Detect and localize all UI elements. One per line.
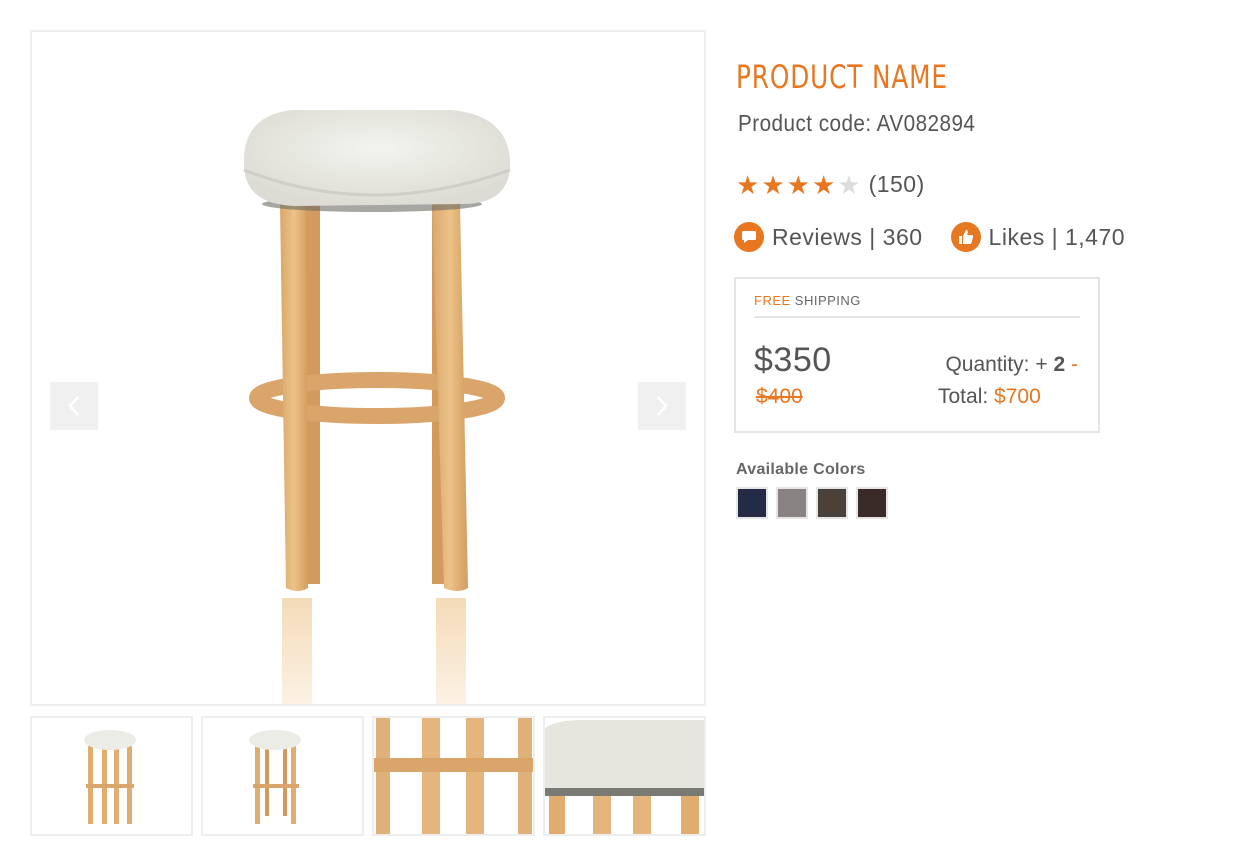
color-swatch-navy[interactable]	[736, 487, 768, 519]
quantity-decrease-button[interactable]: -	[1071, 353, 1078, 376]
thumbnail-2[interactable]	[201, 716, 364, 836]
product-code: Product code: AV082894	[738, 110, 976, 136]
color-swatch-dark-brown[interactable]	[856, 487, 888, 519]
previous-image-button[interactable]	[50, 382, 98, 430]
star-icon: ★	[786, 169, 810, 200]
thumbnail-3[interactable]	[372, 716, 535, 836]
chevron-left-icon	[68, 396, 79, 416]
chevron-right-icon	[657, 396, 668, 416]
rating[interactable]: ★ ★ ★ ★ ★ (150)	[736, 171, 925, 198]
thumbs-up-icon	[950, 222, 981, 252]
thumbnail-image	[374, 718, 533, 834]
star-empty-icon: ★	[837, 169, 861, 200]
quantity-increase-button[interactable]: +	[1035, 353, 1047, 376]
color-swatch-brown-gray[interactable]	[816, 487, 848, 519]
product-details: PRODUCT NAME Product code: AV082894 ★ ★ …	[734, 58, 1216, 519]
product-title: PRODUCT NAME	[736, 58, 948, 96]
shipping-label: SHIPPING	[794, 293, 861, 308]
price-box: FREE SHIPPING $350 $400 Quantity: + 2 - …	[734, 277, 1100, 433]
speech-bubble-icon	[734, 222, 764, 252]
main-product-image	[30, 30, 706, 706]
star-icon: ★	[811, 169, 836, 200]
free-label: FREE	[754, 293, 791, 308]
color-swatch-gray[interactable]	[776, 487, 808, 519]
reviews-label: Reviews | 360	[772, 223, 923, 250]
total-label: Total:	[938, 385, 989, 408]
quantity-value: 2	[1053, 353, 1066, 376]
rating-count: (150)	[868, 171, 925, 197]
thumbnail-image	[84, 730, 136, 824]
likes-label: Likes | 1,470	[988, 223, 1126, 250]
original-price: $400	[756, 385, 803, 408]
thumbnail-4[interactable]	[543, 716, 706, 836]
current-price: $350	[754, 341, 832, 379]
thumbnail-image	[545, 718, 704, 834]
thumbnail-image	[249, 730, 301, 824]
reviews-link[interactable]: Reviews | 360	[734, 222, 923, 252]
star-icon: ★	[761, 169, 785, 200]
divider	[754, 316, 1080, 318]
likes-link[interactable]: Likes | 1,470	[950, 222, 1126, 252]
total-line: Total: $700	[938, 385, 1041, 409]
color-swatches	[736, 487, 896, 519]
thumbnail-strip	[30, 716, 706, 836]
quantity-control: Quantity: + 2 -	[945, 353, 1078, 377]
total-value: $700	[994, 385, 1041, 408]
available-colors-label: Available Colors	[736, 461, 866, 478]
stool-image	[243, 110, 511, 704]
star-icon: ★	[736, 169, 760, 200]
shipping-info: FREE SHIPPING	[754, 293, 861, 308]
next-image-button[interactable]	[638, 382, 686, 430]
quantity-label: Quantity:	[945, 353, 1030, 376]
social-stats: Reviews | 360 Likes | 1,470	[734, 222, 1125, 252]
thumbnail-1[interactable]	[30, 716, 193, 836]
